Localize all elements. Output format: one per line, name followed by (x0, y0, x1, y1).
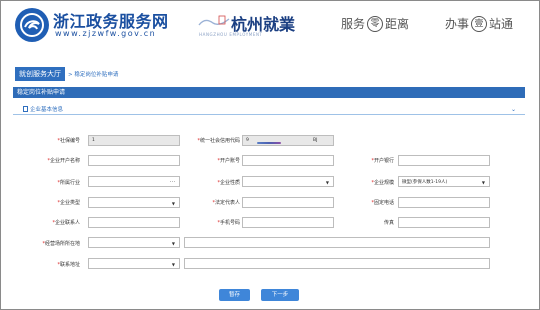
bank-input[interactable] (398, 155, 490, 166)
label-legal-rep: *法定代表人 (212, 200, 240, 206)
mobile-input[interactable] (242, 217, 334, 228)
breadcrumb-current: > 稳定岗位补贴申请 (68, 72, 119, 78)
caret-down-icon: ▼ (171, 201, 175, 206)
label-industry: *所属行业 (57, 180, 80, 186)
more-dots-icon[interactable]: ··· (170, 179, 176, 185)
next-step-button[interactable]: 下一步 (261, 289, 299, 301)
contact-address-select[interactable]: ▼ (88, 258, 180, 269)
city-brand-subtitle: HANGZHOU EMPLOYMENT (199, 32, 263, 37)
fax-input[interactable] (398, 217, 490, 228)
site-header: 浙江政务服务网 www.zjzwfw.gov.cn 杭州就業 HANGZHOU … (1, 1, 539, 49)
scale-select[interactable]: 微型(参保人数1-19人) ▼ (398, 176, 490, 187)
account-no-input[interactable] (242, 155, 334, 166)
save-draft-button[interactable]: 暂存 (219, 289, 250, 301)
logo-swirl-icon (20, 13, 44, 37)
breadcrumb: 就创服务大厅 > 稳定岗位补贴申请 (15, 67, 118, 81)
breadcrumb-home-link[interactable]: 就创服务大厅 (15, 67, 65, 81)
credit-code-field: 9 BJ (242, 135, 334, 146)
caret-down-icon: ▼ (171, 241, 175, 246)
slogan-one-stop: 办事 壹 站通 (445, 15, 513, 32)
caret-down-icon: ▼ (171, 262, 175, 267)
hangzhou-emblem-icon (198, 15, 230, 26)
contact-input[interactable] (88, 217, 180, 228)
slogan-service-pre: 服务 (341, 17, 366, 31)
section-title: 企业基本信息 (30, 107, 64, 113)
slogan-one-stop-pre: 办事 (445, 17, 470, 31)
label-company-type: *企业类型 (57, 200, 80, 206)
slogan-service-post: 距离 (385, 17, 410, 31)
document-icon (23, 106, 28, 112)
slogan-service: 服务 零 距离 (341, 15, 409, 32)
label-account-name: *企业开户名称 (47, 158, 80, 164)
social-security-no-field: 1 (88, 135, 180, 146)
zhejiang-logo-icon[interactable] (15, 8, 49, 42)
chevron-down-icon[interactable]: ⌄ (511, 106, 517, 113)
slogan-one-stop-ring: 壹 (471, 15, 488, 32)
company-type-select[interactable]: ▼ (88, 197, 180, 208)
contact-address-detail-input[interactable] (184, 258, 490, 269)
label-fax: 传真 (383, 220, 394, 226)
label-bank: *开户银行 (371, 158, 394, 164)
section-header-enterprise-info[interactable]: 企业基本信息 ⌄ (13, 104, 525, 115)
business-location-select[interactable]: ▼ (88, 237, 180, 248)
site-url: www.zjzwfw.gov.cn (55, 29, 157, 38)
nature-select[interactable]: ▼ (242, 176, 334, 187)
slogan-service-ring: 零 (367, 15, 384, 32)
landline-input[interactable] (398, 197, 490, 208)
legal-rep-input[interactable] (242, 197, 334, 208)
account-name-input[interactable] (88, 155, 180, 166)
label-credit-code: *统一社会信用代码 (197, 138, 240, 144)
label-mobile: *手机号码 (217, 220, 240, 226)
label-social-security-no: *社保编号 (57, 138, 80, 144)
caret-down-icon: ▼ (325, 180, 329, 185)
business-location-detail-input[interactable] (184, 237, 490, 248)
label-contact-address: *联系地址 (57, 262, 80, 268)
industry-picker[interactable]: ··· (88, 176, 180, 187)
caret-down-icon: ▼ (481, 180, 485, 185)
slogan-one-stop-post: 站通 (489, 17, 514, 31)
label-business-location: *经营场所所在地 (42, 241, 80, 247)
masked-value-mark (257, 142, 281, 144)
label-account-no: *开户账号 (217, 158, 240, 164)
label-landline: *固定电话 (371, 200, 394, 206)
label-nature: *企业性质 (217, 180, 240, 186)
label-contact: *企业联系人 (52, 220, 80, 226)
label-scale: *企业规模 (371, 180, 394, 186)
panel-title: 稳定岗位补贴申请 (13, 87, 525, 98)
